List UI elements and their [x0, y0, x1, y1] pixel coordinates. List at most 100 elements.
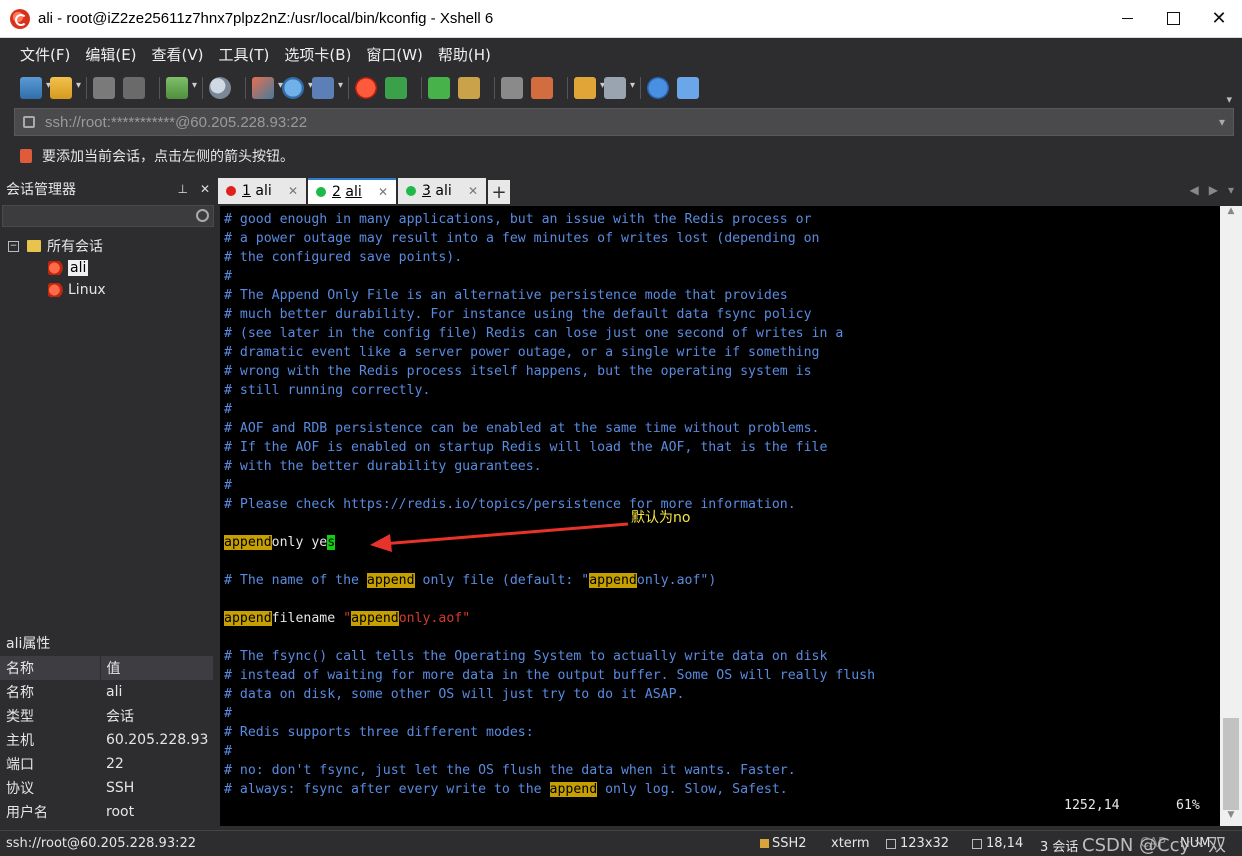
lock-icon[interactable]: [458, 77, 480, 99]
script-folder-icon[interactable]: [574, 77, 605, 99]
address-bar[interactable]: ssh://root:***********@60.205.228.93:22 …: [14, 108, 1234, 136]
table-row: 名称 ali: [0, 680, 214, 704]
session-icon: [48, 261, 64, 275]
panel-close-icon[interactable]: ✕: [200, 182, 210, 196]
terminal-scrollbar[interactable]: ▲ ▼: [1220, 206, 1242, 826]
prop-value: 22: [106, 756, 124, 772]
font-icon[interactable]: [312, 77, 343, 99]
address-input[interactable]: ssh://root:***********@60.205.228.93:22: [45, 114, 307, 131]
tree-item-ali[interactable]: ali: [0, 257, 216, 279]
tab-3-ali[interactable]: 3 ali ✕: [398, 178, 486, 204]
bookmark-icon[interactable]: [20, 149, 32, 163]
string-text: only.aof": [398, 611, 471, 626]
menu-window[interactable]: 窗口(W): [366, 44, 423, 65]
terminal-line: #: [224, 269, 232, 284]
table-row: 端口 22: [0, 752, 214, 776]
terminal-line: # with the better durability guarantees.: [224, 459, 542, 474]
menu-tabs[interactable]: 选项卡(B): [284, 44, 351, 65]
properties-title: ali属性: [6, 636, 51, 652]
disconnect-icon[interactable]: [93, 77, 115, 99]
xftp-icon[interactable]: [385, 77, 407, 99]
reconnect-icon[interactable]: [123, 77, 145, 99]
scroll-down-icon[interactable]: ▼: [1220, 810, 1242, 826]
terminal-view[interactable]: # good enough in many applications, but …: [220, 206, 1220, 826]
tab-2-ali[interactable]: 2 ali ✕: [308, 178, 396, 204]
search-highlight: append: [589, 573, 637, 588]
menu-tools[interactable]: 工具(T): [219, 44, 270, 65]
xshell-app-icon: [10, 8, 30, 29]
comment-text: # always: fsync after every write to the: [224, 782, 550, 797]
tab-label: ali: [345, 184, 362, 200]
properties-header-name[interactable]: 名称: [0, 656, 101, 680]
toolbar-divider: [567, 77, 568, 99]
tab-1-ali[interactable]: 1 ali ✕: [218, 178, 306, 204]
close-button[interactable]: ✕: [1196, 0, 1242, 38]
scroll-up-icon[interactable]: ▲: [1220, 206, 1242, 222]
find-icon[interactable]: [209, 77, 231, 99]
tab-label: ali: [435, 183, 452, 199]
properties-panel: ali属性 名称 值 名称 ali 类型 会话 主机 60.205.228.93 端口…: [0, 630, 216, 828]
address-dropdown-icon[interactable]: ▾: [1219, 115, 1225, 129]
prop-key: 协议: [6, 781, 34, 797]
lock-icon: [760, 839, 769, 848]
layout-icon[interactable]: [604, 77, 635, 99]
search-icon[interactable]: [196, 209, 209, 222]
new-session-icon[interactable]: [20, 77, 51, 99]
session-manager-title: 会话管理器: [6, 182, 76, 198]
tab-close-icon[interactable]: ✕: [288, 184, 298, 198]
globe-icon[interactable]: [282, 77, 313, 99]
toolbar-overflow-icon[interactable]: ▾: [1226, 93, 1232, 106]
table-row: 用户名 root: [0, 800, 214, 824]
chat-icon[interactable]: [677, 77, 699, 99]
status-connection: ssh://root@60.205.228.93:22: [6, 836, 197, 851]
menu-help[interactable]: 帮助(H): [438, 44, 491, 65]
properties-table: 名称 值 名称 ali 类型 会话 主机 60.205.228.93 端口 22 协议 S…: [0, 656, 214, 824]
pin-icon[interactable]: ⊥: [177, 182, 187, 196]
string-text: ": [343, 611, 352, 626]
add-tab-button[interactable]: +: [488, 180, 510, 204]
comment-text: # The name of the: [224, 573, 367, 588]
toolbar-divider: [245, 77, 246, 99]
menu-edit[interactable]: 编辑(E): [85, 44, 136, 65]
toolbar-divider: [640, 77, 641, 99]
status-sessions[interactable]: 3 会话: [1040, 836, 1078, 855]
xshell-icon[interactable]: [355, 77, 377, 99]
tab-next-icon[interactable]: ▶: [1209, 183, 1218, 197]
keyboard-icon[interactable]: [501, 77, 523, 99]
prop-value: 会话: [106, 709, 134, 725]
fullscreen-icon[interactable]: [428, 77, 450, 99]
help-icon[interactable]: [647, 77, 669, 99]
prop-key: 端口: [6, 757, 34, 773]
open-folder-icon[interactable]: [50, 77, 81, 99]
tree-root-all-sessions[interactable]: − 所有会话: [0, 235, 216, 257]
tab-close-icon[interactable]: ✕: [468, 184, 478, 198]
new-tab-icon[interactable]: [166, 77, 197, 99]
comment-text: only file (default: ": [414, 573, 590, 588]
tab-close-icon[interactable]: ✕: [378, 185, 388, 199]
minimize-button[interactable]: [1104, 0, 1150, 38]
terminal-line: # dramatic event like a server power out…: [224, 345, 820, 360]
toolbar-divider: [348, 77, 349, 99]
status-cursor: 18,14: [972, 836, 1023, 851]
tab-list-icon[interactable]: ▾: [1228, 183, 1234, 197]
tab-prev-icon[interactable]: ◀: [1190, 183, 1199, 197]
terminal-line: # wrong with the Redis process itself ha…: [224, 364, 812, 379]
terminal-line: #: [224, 706, 232, 721]
properties-header-value[interactable]: 值: [100, 656, 214, 680]
tree-item-linux[interactable]: Linux: [0, 279, 216, 301]
prop-key: 名称: [6, 685, 34, 701]
menu-view[interactable]: 查看(V): [152, 44, 204, 65]
collapse-icon[interactable]: −: [8, 240, 19, 252]
window-title: ali - root@iZ2ze25611z7hnx7plpz2nZ:/usr/…: [38, 10, 494, 27]
highlight-pen-icon[interactable]: [531, 77, 553, 99]
scrollbar-thumb[interactable]: [1223, 718, 1239, 810]
table-row: 主机 60.205.228.93: [0, 728, 214, 752]
transfer-icon[interactable]: [252, 77, 283, 99]
session-search-input[interactable]: [2, 205, 214, 227]
status-dot-icon: [406, 186, 416, 196]
prop-key: 主机: [6, 733, 34, 749]
maximize-button[interactable]: [1150, 0, 1196, 38]
menu-file[interactable]: 文件(F): [20, 44, 70, 65]
